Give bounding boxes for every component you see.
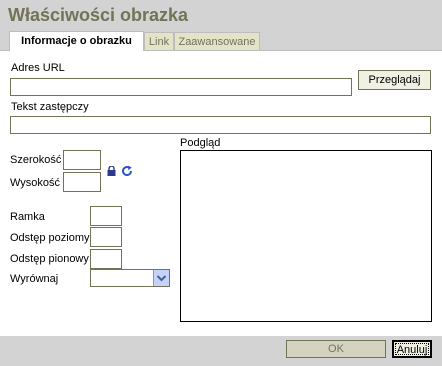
image-preview (180, 150, 432, 322)
align-select[interactable] (90, 269, 170, 287)
cancel-button[interactable]: Anuluj (392, 340, 432, 358)
width-label: Szerokość (10, 154, 62, 166)
tab-bar: Informacje o obrazku Link Zaawansowane (0, 30, 442, 51)
width-input[interactable] (63, 150, 101, 170)
preview-label: Podgląd (180, 137, 221, 149)
url-label: Adres URL (11, 62, 65, 74)
tab-image-info[interactable]: Informacje o obrazku (9, 31, 144, 51)
ok-button[interactable]: OK (286, 340, 386, 358)
height-label: Wysokość (10, 177, 61, 189)
hspace-label: Odstęp poziomy (10, 232, 90, 244)
dialog-footer: OK Anuluj (0, 336, 442, 366)
border-label: Ramka (10, 211, 45, 223)
border-input[interactable] (90, 206, 122, 226)
dialog-title: Właściwości obrazka (0, 0, 442, 30)
align-label: Wyrównaj (10, 273, 59, 285)
browse-button[interactable]: Przeglądaj (358, 70, 431, 90)
tab-panel-image-info: Adres URL Przeglądaj Tekst zastępczy Sze… (0, 50, 442, 336)
tab-advanced[interactable]: Zaawansowane (174, 32, 260, 50)
url-input[interactable] (10, 78, 352, 96)
tab-link[interactable]: Link (144, 32, 174, 50)
chevron-down-icon[interactable] (153, 270, 169, 286)
reset-size-icon[interactable] (121, 165, 133, 177)
lock-icon[interactable] (107, 166, 116, 176)
vspace-input[interactable] (90, 249, 122, 269)
height-input[interactable] (63, 172, 101, 192)
alt-text-input[interactable] (10, 116, 431, 134)
alt-text-label: Tekst zastępczy (11, 101, 89, 113)
image-properties-dialog: Właściwości obrazka Informacje o obrazku… (0, 0, 442, 366)
vspace-label: Odstęp pionowy (10, 253, 89, 265)
hspace-input[interactable] (90, 227, 122, 247)
